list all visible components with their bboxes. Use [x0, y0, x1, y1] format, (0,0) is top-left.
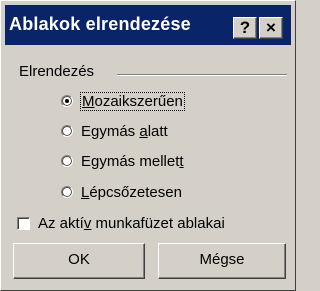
radio-tiled[interactable]: Mozaikszerűen: [61, 90, 185, 112]
radio-label-tiled: Mozaikszerűen: [80, 91, 185, 111]
radio-button[interactable]: [61, 155, 73, 167]
arrange-group-label: Elrendezés: [19, 63, 95, 80]
radio-label-cascade: Lépcsőzetesen: [81, 183, 182, 201]
help-button[interactable]: ?: [233, 17, 257, 39]
active-workbook-checkbox[interactable]: [17, 216, 30, 230]
cancel-button[interactable]: Mégse: [158, 243, 286, 279]
active-workbook-checkbox-row[interactable]: Az aktív munkafüzet ablakai: [17, 212, 225, 234]
radio-button[interactable]: [61, 125, 73, 137]
radio-label-vertical: Egymás mellett: [81, 152, 184, 170]
group-divider: [117, 74, 287, 76]
title-bar[interactable]: Ablakok elrendezése ? ×: [5, 5, 291, 45]
close-button[interactable]: ×: [259, 17, 283, 39]
radio-horizontal[interactable]: Egymás alatt: [61, 120, 168, 142]
radio-vertical[interactable]: Egymás mellett: [61, 150, 184, 172]
radio-button-checked[interactable]: [61, 95, 73, 107]
help-icon: ?: [239, 18, 251, 37]
active-workbook-label: Az aktív munkafüzet ablakai: [38, 214, 225, 232]
radio-button[interactable]: [61, 186, 73, 198]
dialog-title: Ablakok elrendezése: [9, 14, 191, 34]
close-icon: ×: [266, 18, 276, 37]
radio-cascade[interactable]: Lépcsőzetesen: [61, 181, 182, 203]
arrange-windows-dialog: Ablakok elrendezése ? × Elrendezés Mozai…: [0, 0, 296, 291]
radio-label-horizontal: Egymás alatt: [81, 122, 168, 140]
ok-button[interactable]: OK: [13, 243, 145, 279]
